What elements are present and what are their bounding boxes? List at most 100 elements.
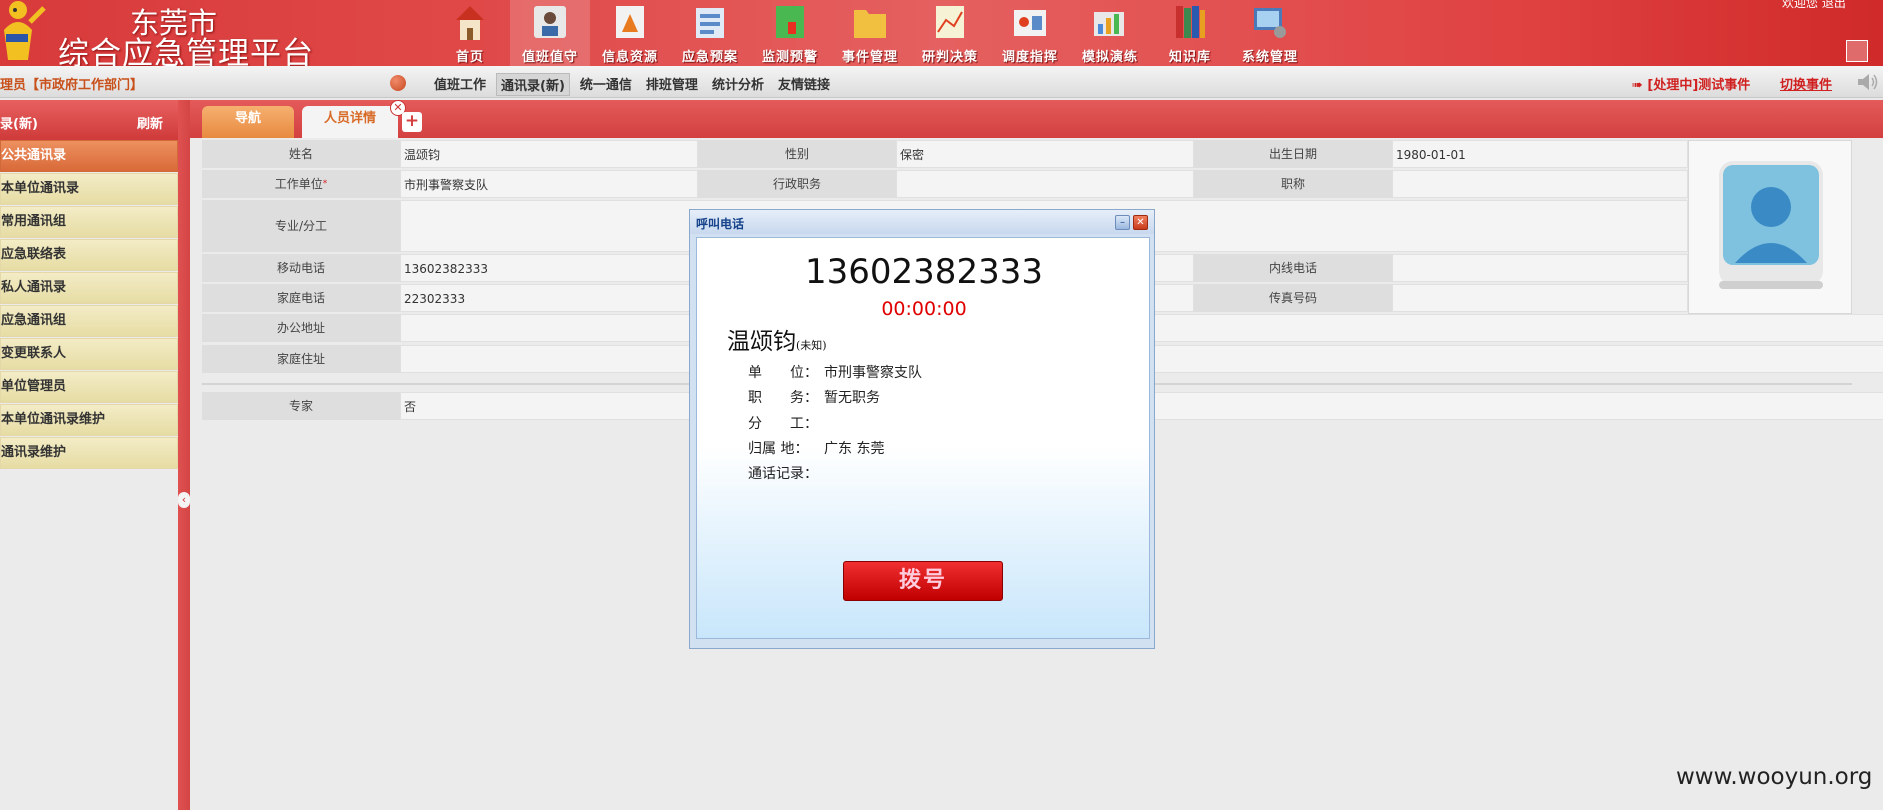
- collapse-arrow-icon[interactable]: ‹: [178, 492, 190, 508]
- callee-position-value: 暂无职务: [824, 390, 880, 406]
- callee-name-suffix: (未知): [796, 339, 827, 352]
- title-label: 职称: [1194, 170, 1392, 198]
- sidebar-item-private-contacts[interactable]: 私人通讯录: [0, 272, 178, 304]
- main-nav: 首页 值班值守 信息资源 应急预案 监测预警 事件管理 研判决策 调度指挥 模拟…: [430, 0, 1310, 66]
- nav-emergency-plan[interactable]: 应急预案: [670, 0, 750, 66]
- app-root: 东莞市 综合应急管理平台 首页 值班值守 信息资源 应急预案 监测预警 事件管理…: [0, 0, 1883, 810]
- platform-title: 综合应急管理平台: [58, 36, 314, 66]
- sidebar-item-unit-maintenance[interactable]: 本单位通讯录维护: [0, 404, 178, 436]
- tab-person-detail-label: 人员详情: [323, 111, 376, 126]
- sidebar-item-contacts-maintenance[interactable]: 通讯录维护: [0, 437, 178, 469]
- submenu-links[interactable]: 友情链接: [774, 73, 834, 96]
- nav-event[interactable]: 事件管理: [830, 0, 910, 66]
- current-event: ➠ [处理中]测试事件: [1632, 78, 1751, 93]
- callee-unit-label: 单 位：: [748, 365, 818, 381]
- dialog-titlebar[interactable]: 呼叫电话 – ✕: [690, 210, 1154, 234]
- sidebar: 录(新) 刷新 公共通讯录 本单位通讯录 常用通讯组 应急联络表 私人通讯录 应…: [0, 100, 178, 810]
- mobile-label: 移动电话: [202, 254, 400, 282]
- minimize-icon[interactable]: –: [1115, 215, 1130, 230]
- nav-dispatch[interactable]: 调度指挥: [990, 0, 1070, 66]
- sidebar-header: 录(新) 刷新: [0, 100, 178, 140]
- call-dialog: 呼叫电话 – ✕ 13602382333 00:00:00 温颂钧(未知) 单 …: [689, 209, 1155, 649]
- sub-nav-bar: 理员【市政府工作部门】 值班工作 通讯录(新) 统一通信 排班管理 统计分析 友…: [0, 66, 1883, 98]
- submenu-schedule[interactable]: 排班管理: [642, 73, 702, 96]
- speaker-icon[interactable]: [1856, 72, 1880, 92]
- status-ball-icon: [390, 75, 406, 91]
- sidebar-item-emergency-groups[interactable]: 应急通讯组: [0, 305, 178, 337]
- nav-info-resource[interactable]: 信息资源: [590, 0, 670, 66]
- sidebar-item-emergency-table[interactable]: 应急联络表: [0, 239, 178, 271]
- books-icon: [1176, 6, 1205, 38]
- unit-label: 工作单位*: [202, 170, 400, 198]
- nav-system[interactable]: 系统管理: [1230, 0, 1310, 66]
- sidebar-splitter: ‹: [178, 100, 190, 810]
- dial-button[interactable]: 拨号: [843, 561, 1003, 601]
- add-tab-icon[interactable]: +: [402, 112, 422, 132]
- ext-value: [1392, 254, 1688, 282]
- nav-simulation[interactable]: 模拟演练: [1070, 0, 1150, 66]
- current-user: 理员【市政府工作部门】: [0, 78, 144, 93]
- monitor-icon: [776, 6, 804, 38]
- tab-person-detail[interactable]: 人员详情 ✕: [302, 100, 406, 138]
- admin-label: 行政职务: [698, 170, 896, 198]
- submenu-unified-comm[interactable]: 统一通信: [576, 73, 636, 96]
- unit-value: 市刑事警察支队: [400, 170, 698, 198]
- emergency-plan-icon: [696, 8, 724, 38]
- info-resource-icon: [616, 6, 644, 38]
- switch-event-link[interactable]: 切换事件: [1780, 74, 1832, 93]
- refresh-button[interactable]: 刷新: [137, 113, 163, 132]
- callee-location-label: 归属 地：: [748, 441, 809, 457]
- sidebar-item-unit-admin[interactable]: 单位管理员: [0, 371, 178, 403]
- callee-unit-row: 单 位： 市刑事警察支队: [748, 362, 922, 382]
- sidebar-item-unit-contacts[interactable]: 本单位通讯录: [0, 173, 178, 205]
- mobile-value: 13602382333: [400, 254, 698, 282]
- nav-monitor[interactable]: 监测预警: [750, 0, 830, 66]
- home-phone-value: 22302333: [400, 284, 698, 312]
- nav-duty[interactable]: 值班值守: [510, 0, 590, 66]
- dialog-body: 13602382333 00:00:00 温颂钧(未知) 单 位： 市刑事警察支队…: [696, 237, 1150, 639]
- system-icon: [1254, 8, 1286, 38]
- required-mark: *: [322, 179, 328, 189]
- callee-location-value: 广东 东莞: [824, 441, 885, 457]
- unit-label-text: 工作单位: [274, 177, 323, 191]
- callee-division-row: 分 工：: [748, 413, 824, 433]
- tab-navigation[interactable]: 导航: [202, 106, 294, 138]
- call-timer: 00:00:00: [881, 298, 967, 320]
- sidebar-item-common-groups[interactable]: 常用通讯组: [0, 206, 178, 238]
- submenu-duty-work[interactable]: 值班工作: [430, 73, 490, 96]
- birth-value: 1980-01-01: [1392, 140, 1688, 168]
- submenu-statistics[interactable]: 统计分析: [708, 73, 768, 96]
- fax-value: [1392, 284, 1688, 312]
- nav-analysis[interactable]: 研判决策: [910, 0, 990, 66]
- callee-position-label: 职 务：: [748, 390, 818, 406]
- gender-value: 保密: [896, 140, 1194, 168]
- call-phone-number: 13602382333: [805, 252, 1043, 292]
- gender-label: 性别: [698, 140, 896, 168]
- mascot-logo-icon: [4, 1, 46, 60]
- admin-value: [896, 170, 1194, 198]
- top-header: 东莞市 综合应急管理平台 首页 值班值守 信息资源 应急预案 监测预警 事件管理…: [0, 0, 1883, 66]
- folder-icon: [854, 10, 886, 38]
- ext-label: 内线电话: [1194, 254, 1392, 282]
- sidebar-item-change-contacts[interactable]: 变更联系人: [0, 338, 178, 370]
- callee-division-label: 分 工：: [748, 416, 818, 432]
- person-photo: [1688, 140, 1852, 314]
- home-icon: [456, 6, 484, 40]
- dispatch-icon: [1014, 10, 1046, 36]
- sidebar-title: 录(新): [0, 117, 38, 132]
- submenu-contacts-new[interactable]: 通讯录(新): [496, 73, 570, 96]
- name-value: 温颂钧: [400, 140, 698, 168]
- nav-knowledge[interactable]: 知识库: [1150, 0, 1230, 66]
- close-icon[interactable]: ✕: [1133, 215, 1148, 230]
- user-corner-links[interactable]: 欢迎您 退出: [1782, 0, 1846, 11]
- analysis-icon: [936, 6, 964, 38]
- fullscreen-icon[interactable]: [1846, 40, 1868, 62]
- nav-home[interactable]: 首页: [430, 0, 510, 66]
- callee-name-text: 温颂钧: [727, 329, 796, 355]
- call-history-label: 通话记录：: [748, 466, 818, 482]
- current-event-text: [处理中]测试事件: [1647, 78, 1751, 93]
- duty-icon: [534, 6, 566, 38]
- sidebar-item-public-contacts[interactable]: 公共通讯录: [0, 140, 178, 172]
- tab-bar: 导航 人员详情 ✕ +: [190, 100, 1883, 138]
- expert-label: 专家: [202, 392, 400, 420]
